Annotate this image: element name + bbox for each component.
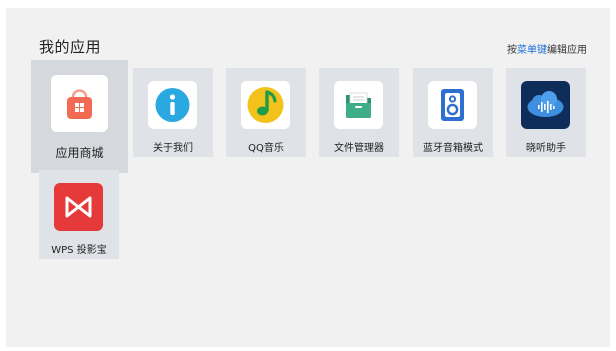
folder-icon [334, 81, 383, 129]
app-label: 应用商城 [55, 146, 104, 160]
app-tile-voice-assistant[interactable]: 晓听助手 [506, 68, 586, 157]
app-tile-file-manager[interactable]: 文件管理器 [319, 68, 399, 157]
hint-suffix: 编辑应用 [547, 45, 587, 56]
music-note-icon [241, 81, 290, 129]
info-icon [148, 81, 197, 129]
app-label: 蓝牙音箱模式 [423, 143, 483, 154]
app-tile-qq-music[interactable]: QQ音乐 [226, 68, 306, 157]
app-label: 晓听助手 [526, 143, 566, 154]
wps-projection-icon [54, 183, 103, 231]
app-label: 文件管理器 [334, 143, 384, 154]
edit-hint: 按菜单键编辑应用 [507, 41, 587, 56]
app-label: WPS 投影宝 [51, 245, 107, 256]
hint-menu-key: 菜单键 [517, 45, 547, 56]
app-tile-about-us[interactable]: 关于我们 [133, 68, 213, 157]
app-tile-wps-projection[interactable]: WPS 投影宝 [39, 170, 119, 259]
speaker-icon [428, 81, 477, 129]
voice-assistant-cloud-icon [521, 81, 570, 129]
page-title: 我的应用 [39, 38, 102, 56]
app-label: 关于我们 [153, 143, 193, 154]
app-tile-bluetooth-speaker[interactable]: 蓝牙音箱模式 [413, 68, 493, 157]
app-tile-app-store[interactable]: 应用商城 [31, 60, 128, 173]
app-label: QQ音乐 [248, 143, 284, 154]
app-store-bag-icon [51, 75, 108, 132]
hint-prefix: 按 [507, 45, 517, 56]
app-launcher-screen: 我的应用 按菜单键编辑应用 应用商城 关于我们 QQ音乐 文件管理器 蓝牙音箱模… [6, 8, 610, 347]
